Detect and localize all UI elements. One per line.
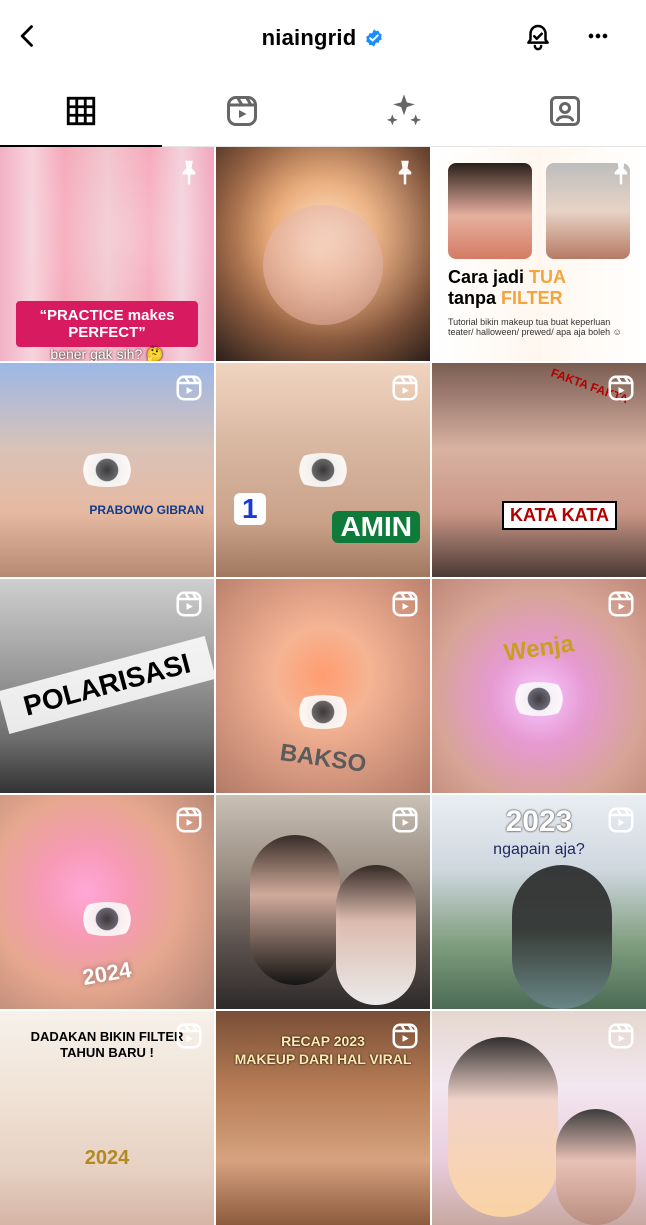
- post-big-text: 2024: [0, 943, 214, 1006]
- bell-check-icon: [523, 21, 553, 51]
- post-tile[interactable]: BAKSO: [216, 579, 430, 793]
- post-big-text: Wenja: [432, 620, 646, 678]
- post-title-line1-text: Cara jadi: [448, 267, 529, 287]
- more-horizontal-icon: [584, 22, 612, 50]
- post-tile[interactable]: FAKTA FAKTA KATA KATA: [432, 363, 646, 577]
- before-photo: [448, 163, 532, 259]
- post-caption-subtitle: bener gak sih? 🤔: [0, 346, 214, 361]
- person-1: [250, 835, 340, 985]
- person-silhouette: [512, 865, 612, 1009]
- post-title-line1: Cara jadi TUA: [448, 267, 630, 288]
- post-title-line2-text: tanpa: [448, 288, 501, 308]
- reels-icon: [224, 93, 260, 129]
- reel-icon: [390, 589, 420, 619]
- post-chip: 1: [234, 493, 266, 525]
- tab-tagged[interactable]: [485, 76, 646, 146]
- post-subtitle: MAKEUP DARI HAL VIRAL: [216, 1051, 430, 1067]
- post-title-line2-highlight: FILTER: [501, 288, 563, 308]
- posts-grid: “PRACTICE makes PERFECT” bener gak sih? …: [0, 147, 646, 1225]
- post-tile[interactable]: RECAP 2023 MAKEUP DARI HAL VIRAL: [216, 1011, 430, 1225]
- person-2: [556, 1109, 636, 1225]
- reel-icon: [606, 1021, 636, 1051]
- back-button[interactable]: [10, 18, 46, 54]
- reel-icon: [390, 373, 420, 403]
- person-2: [336, 865, 416, 1005]
- post-chip: KATA KATA: [502, 501, 617, 530]
- pin-icon: [174, 157, 204, 187]
- post-tile[interactable]: [216, 795, 430, 1009]
- reel-icon: [390, 805, 420, 835]
- post-title-line1-highlight: TUA: [529, 267, 566, 287]
- post-chip: AMIN: [332, 511, 420, 543]
- tab-highlights[interactable]: [323, 76, 485, 146]
- post-tile[interactable]: [216, 147, 430, 361]
- post-tile[interactable]: 2024: [0, 795, 214, 1009]
- tab-reels[interactable]: [162, 76, 324, 146]
- profile-tabs: [0, 76, 646, 147]
- post-big-text: BAKSO: [216, 730, 430, 788]
- eye-illustration: [72, 453, 142, 487]
- post-tile[interactable]: POLARISASI: [0, 579, 214, 793]
- grid-icon: [64, 94, 98, 128]
- chevron-left-icon: [14, 22, 42, 50]
- profile-header: niaingrid: [0, 0, 646, 76]
- username: niaingrid: [262, 25, 357, 51]
- reel-icon: [390, 1021, 420, 1051]
- tab-posts[interactable]: [0, 76, 162, 146]
- reel-icon: [174, 805, 204, 835]
- eye-illustration: [288, 453, 358, 487]
- eye-illustration: [72, 902, 142, 936]
- eye-illustration: [288, 695, 358, 729]
- post-subtitle: 2024: [0, 1147, 214, 1170]
- reel-icon: [606, 589, 636, 619]
- tagged-user-icon: [547, 93, 583, 129]
- post-chip: PRABOWO GIBRAN: [89, 503, 204, 517]
- post-title-line2: tanpa FILTER: [448, 288, 630, 309]
- post-tile[interactable]: Cara jadi TUA tanpa FILTER Tutorial biki…: [432, 147, 646, 361]
- post-title: Cara jadi TUA tanpa FILTER: [448, 267, 630, 309]
- profile-title: niaingrid: [262, 25, 385, 51]
- post-tile[interactable]: 1 AMIN: [216, 363, 430, 577]
- reel-icon: [174, 373, 204, 403]
- post-tile[interactable]: 2023 ngapain aja?: [432, 795, 646, 1009]
- pin-icon: [390, 157, 420, 187]
- reel-icon: [606, 373, 636, 403]
- more-options-button[interactable]: [580, 18, 616, 54]
- reel-icon: [174, 589, 204, 619]
- post-tile[interactable]: [432, 1011, 646, 1225]
- person-1: [448, 1037, 558, 1217]
- reel-icon: [174, 1021, 204, 1051]
- post-description: Tutorial bikin makeup tua buat keperluan…: [448, 317, 630, 337]
- eye-illustration: [504, 682, 574, 716]
- post-caption-pill: “PRACTICE makes PERFECT”: [16, 301, 198, 347]
- reel-icon: [606, 805, 636, 835]
- verified-badge-icon: [364, 28, 384, 48]
- sparkles-icon: [384, 91, 424, 131]
- post-tile[interactable]: “PRACTICE makes PERFECT” bener gak sih? …: [0, 147, 214, 361]
- post-tile[interactable]: PRABOWO GIBRAN: [0, 363, 214, 577]
- post-big-text: POLARISASI: [0, 636, 214, 734]
- notifications-button[interactable]: [520, 18, 556, 54]
- pin-icon: [606, 157, 636, 187]
- post-tile[interactable]: Wenja: [432, 579, 646, 793]
- post-subtitle: ngapain aja?: [432, 841, 646, 859]
- post-tile[interactable]: DADAKAN BIKIN FILTER TAHUN BARU ! 2024: [0, 1011, 214, 1225]
